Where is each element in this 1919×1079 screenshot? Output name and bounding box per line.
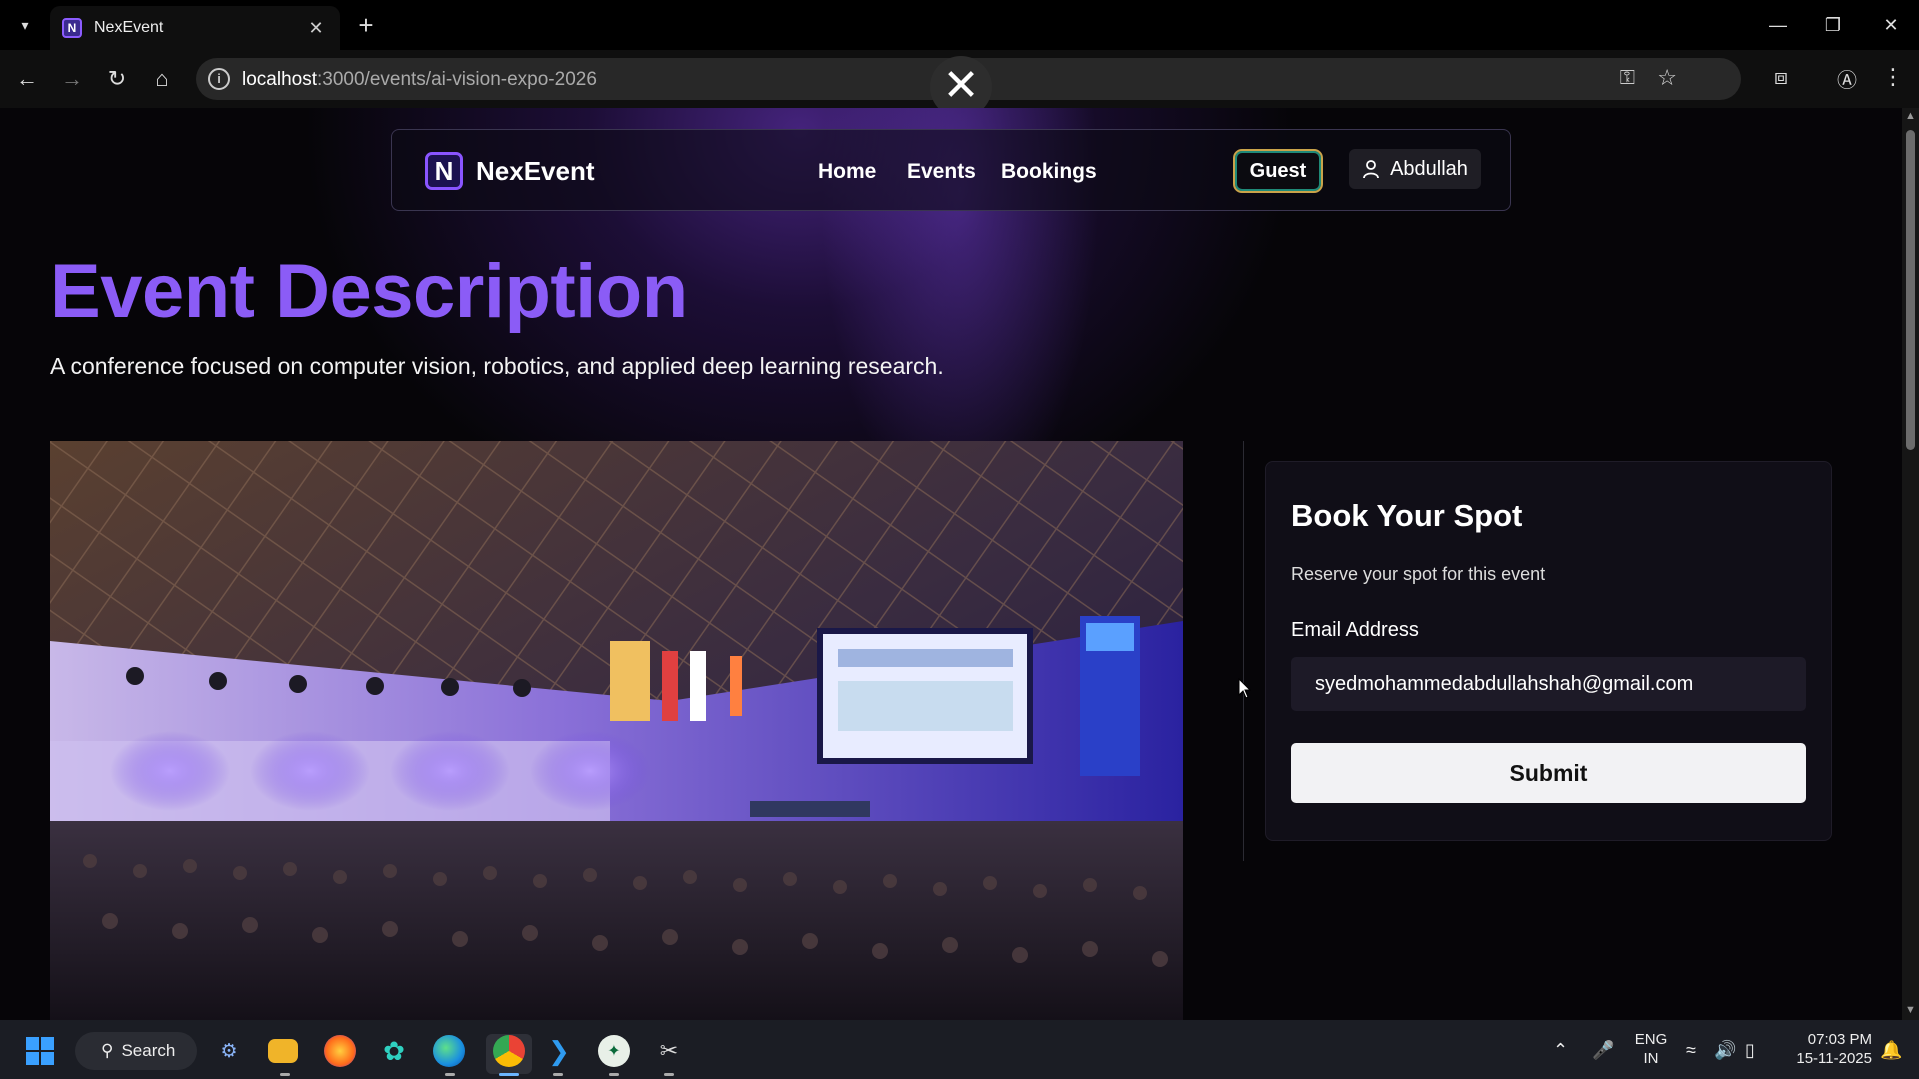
page-scrollbar[interactable]: ▲ ▼ [1902, 108, 1919, 1020]
site-navbar: N NexEvent Home Events Bookings Guest Ab… [391, 129, 1511, 211]
battery-status-icon[interactable]: ▯ [1745, 1040, 1755, 1061]
edge-running-indicator [445, 1073, 455, 1076]
brand-name[interactable]: NexEvent [476, 156, 595, 187]
browser-tab-active[interactable]: N NexEvent ✕ [50, 6, 340, 50]
url-path: :3000/events/ai-vision-expo-2026 [317, 69, 597, 90]
home-icon[interactable]: ⌂ [147, 64, 177, 94]
user-profile-button[interactable]: Abdullah [1349, 149, 1481, 189]
vertical-divider [1243, 441, 1244, 861]
booking-title: Book Your Spot [1291, 498, 1523, 533]
conference-hall-illustration [50, 441, 1183, 1020]
submit-button[interactable]: Submit [1291, 743, 1806, 803]
language-region: IN [1643, 1050, 1659, 1067]
nexevent-favicon-icon: N [62, 18, 82, 38]
password-key-icon[interactable]: ⚿ [1620, 67, 1635, 90]
snipping-tool-icon[interactable]: ✂ [653, 1035, 685, 1067]
email-label: Email Address [1291, 619, 1419, 641]
snipping-running-indicator [664, 1073, 674, 1076]
nexevent-logo-icon[interactable]: N [425, 152, 463, 190]
profile-avatar-icon[interactable]: Ⓐ [1832, 64, 1862, 93]
chrome-running-indicator [499, 1073, 519, 1076]
clock-date: 15-11-2025 [1796, 1050, 1872, 1067]
tab-search-chevron-icon[interactable]: ▾ [12, 12, 38, 38]
event-hall-image [50, 441, 1183, 1020]
back-arrow-icon[interactable]: ← [12, 64, 42, 94]
event-description: A conference focused on computer vision,… [50, 353, 944, 379]
user-name: Abdullah [1390, 157, 1468, 180]
nav-link-home[interactable]: Home [818, 160, 876, 184]
vscode-icon[interactable]: ❯ [543, 1035, 575, 1067]
scrollbar-thumb[interactable] [1906, 130, 1915, 450]
browser-menu-icon[interactable]: ⋮ [1878, 64, 1908, 90]
language-code: ENG [1634, 1031, 1668, 1048]
chrome-browser-icon[interactable] [493, 1035, 525, 1067]
taskbar-search-label: Search [121, 1041, 176, 1060]
reload-icon[interactable]: ↻ [102, 64, 132, 94]
window-close-icon[interactable]: ✕ [1871, 8, 1911, 42]
explorer-running-indicator [280, 1073, 290, 1076]
search-icon: ⚲ [101, 1041, 114, 1060]
firefox-icon[interactable] [324, 1035, 356, 1067]
extensions-puzzle-icon[interactable]: ⧈ [1766, 64, 1796, 90]
site-info-icon[interactable]: i [208, 68, 230, 90]
microphone-icon[interactable]: 🎤 [1592, 1040, 1614, 1061]
taskbar-search-button[interactable]: ⚲ Search [75, 1032, 197, 1070]
tab-close-icon[interactable]: ✕ [304, 18, 328, 39]
edge-browser-icon[interactable] [433, 1035, 465, 1067]
browser-tab-bar: ▾ N NexEvent ✕ + — ❐ ✕ [0, 0, 1919, 50]
scroll-down-arrow-icon[interactable]: ▼ [1905, 1004, 1916, 1016]
show-hidden-icons-chevron-icon[interactable]: ⌃ [1553, 1040, 1568, 1061]
window-restore-icon[interactable]: ❐ [1813, 8, 1853, 42]
notification-bell-icon[interactable]: 🔔 [1880, 1040, 1902, 1061]
settings-gear-icon[interactable]: ⚙ [213, 1035, 245, 1067]
nav-link-events[interactable]: Events [907, 160, 976, 184]
email-field[interactable] [1291, 657, 1806, 711]
guest-button[interactable]: Guest [1233, 149, 1323, 193]
page-viewport: N NexEvent Home Events Bookings Guest Ab… [0, 108, 1902, 1020]
tab-title: NexEvent [94, 19, 164, 36]
url-host: localhost [242, 69, 317, 90]
mongodb-compass-icon[interactable]: ✦ [598, 1035, 630, 1067]
volume-speaker-icon[interactable]: 🔊 [1714, 1040, 1736, 1061]
mongodb-running-indicator [609, 1073, 619, 1076]
windows-taskbar: ⚲ Search ⚙ ✿ ❯ ✦ ✂ ⌃ 🎤 ENG IN ≈ 🔊 ▯ 07:0… [0, 1020, 1919, 1079]
new-tab-plus-icon[interactable]: + [350, 10, 382, 42]
address-url[interactable]: localhost:3000/events/ai-vision-expo-202… [242, 69, 597, 91]
wifi-icon[interactable]: ≈ [1686, 1040, 1696, 1061]
booking-subtitle: Reserve your spot for this event [1291, 564, 1546, 584]
bookmark-star-icon[interactable]: ☆ [1657, 65, 1677, 91]
user-icon [1363, 160, 1379, 179]
scroll-up-arrow-icon[interactable]: ▲ [1905, 110, 1916, 122]
windows-start-icon[interactable] [26, 1037, 54, 1065]
forward-arrow-icon[interactable]: → [57, 64, 87, 94]
vscode-running-indicator [553, 1073, 563, 1076]
input-language-indicator[interactable]: ENG IN [1628, 1030, 1674, 1068]
nav-link-bookings[interactable]: Bookings [1001, 160, 1097, 184]
file-explorer-icon[interactable] [268, 1039, 298, 1063]
window-minimize-icon[interactable]: — [1758, 8, 1798, 42]
copilot-app-icon[interactable]: ✿ [378, 1035, 410, 1067]
clock[interactable]: 07:03 PM 15-11-2025 [1780, 1030, 1872, 1068]
clock-time: 07:03 PM [1807, 1031, 1872, 1048]
booking-card: Book Your Spot Reserve your spot for thi… [1265, 461, 1832, 841]
page-title: Event Description [50, 249, 688, 334]
mouse-cursor-icon [1238, 678, 1252, 699]
